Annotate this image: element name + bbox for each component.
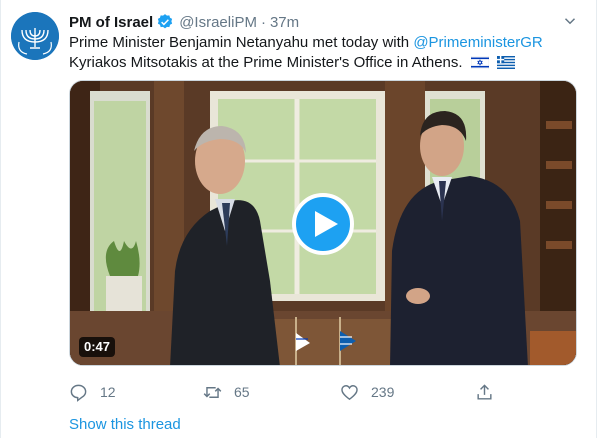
author-name[interactable]: PM of Israel [69,14,153,31]
like-button[interactable]: 239 [340,380,394,404]
tweet-card[interactable]: PM of Israel @IsraeliPM · 37m Prime Mini… [0,0,597,438]
mention-link[interactable]: @PrimeministerGR [413,34,542,51]
heart-icon [341,384,358,400]
play-button[interactable] [292,193,354,255]
author-handle[interactable]: @IsraeliPM [179,14,257,31]
show-thread-link[interactable]: Show this thread [69,416,181,433]
share-icon [477,383,492,400]
tweet-text-line2: Kyriakos Mitsotakis at the Prime Ministe… [69,53,463,71]
menorah-emblem-icon [11,12,59,60]
tweet-text: Prime Minister Benjamin Netanyahu met to… [69,33,569,72]
retweet-button[interactable]: 65 [203,380,250,404]
play-icon [315,211,338,237]
video-player[interactable]: 0:47 [69,80,577,366]
tweet-text-line1: Prime Minister Benjamin Netanyahu met to… [69,34,410,51]
chevron-down-icon[interactable] [561,12,579,30]
israel-flag-icon [470,55,489,69]
timestamp[interactable]: 37m [270,14,299,31]
reply-icon [70,384,87,402]
reply-button[interactable]: 12 [69,380,116,404]
like-count: 239 [371,384,395,400]
share-button[interactable] [475,380,506,404]
greece-flag-icon [496,55,515,69]
verified-badge-icon [158,14,173,29]
retweet-icon [203,386,222,398]
reply-count: 12 [100,384,116,400]
video-duration-badge: 0:47 [79,337,116,357]
tweet-actions: 12 65 239 [69,380,529,404]
retweet-count: 65 [234,384,250,400]
separator-dot: · [260,13,266,31]
tweet-header: PM of Israel @IsraeliPM · 37m [69,12,299,32]
avatar[interactable] [11,12,59,60]
